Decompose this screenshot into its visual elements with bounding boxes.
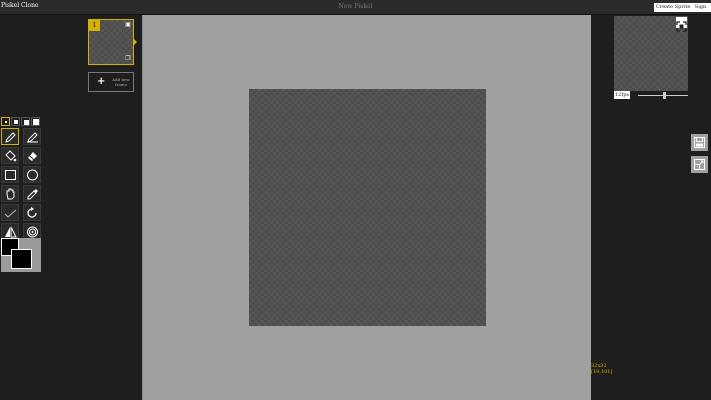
top-bar: Piskel Clone New Piskel Create Sprite Si… — [0, 0, 711, 19]
canvas-status: 32x32 [19,101] — [591, 363, 612, 375]
pencil-icon — [5, 132, 16, 143]
plus-icon: + — [97, 76, 106, 87]
project-name[interactable]: New Piskel — [0, 3, 711, 10]
frame-thumbnail[interactable]: 1 ▣ ❐ — [88, 19, 134, 65]
add-frame-label: Add new frame — [112, 77, 130, 87]
canvas-area[interactable] — [142, 15, 591, 400]
stroke-icon — [4, 209, 17, 218]
fps-slider-handle[interactable] — [663, 92, 666, 99]
left-panel: 1 ▣ ❐ + Add new frame — [0, 15, 142, 400]
eraser-tool[interactable] — [23, 147, 41, 164]
rotate-icon — [27, 207, 37, 218]
right-panel: 12fps 32x32 [19,101] — [591, 15, 711, 400]
add-frame-button[interactable]: + Add new frame — [88, 72, 134, 92]
pen-size-2[interactable] — [11, 117, 20, 126]
pen-size-3[interactable] — [21, 117, 30, 126]
lighten-tool[interactable] — [1, 204, 19, 221]
frame-selected-marker — [134, 39, 137, 45]
color-palette — [1, 238, 41, 272]
move-tool[interactable] — [1, 185, 19, 202]
circle-icon — [27, 169, 38, 181]
resize-icon — [694, 159, 705, 170]
secondary-color-swatch[interactable] — [11, 249, 32, 269]
rotate-tool[interactable] — [23, 204, 41, 221]
color-picker-tool[interactable] — [23, 185, 41, 202]
frame-number: 1 — [89, 20, 100, 31]
paint-bucket-icon — [5, 150, 17, 162]
save-button[interactable] — [691, 134, 708, 151]
delete-frame-icon[interactable]: ▣ — [125, 22, 131, 28]
pen-tool[interactable] — [1, 128, 19, 145]
animation-preview — [614, 16, 688, 91]
create-sprite-button[interactable]: Create Sprite — [654, 3, 693, 12]
signin-button[interactable]: Sign in — [690, 3, 711, 19]
vertical-mirror-pen-tool[interactable] — [23, 128, 41, 145]
rectangle-tool[interactable] — [1, 166, 19, 183]
mirror-pen-icon — [27, 132, 38, 143]
fps-label: 12fps — [614, 91, 630, 99]
eyedropper-icon — [27, 189, 38, 200]
cursor-coordinates: [19,101] — [591, 369, 613, 375]
fullscreen-button[interactable] — [676, 17, 687, 32]
fullscreen-icon — [676, 21, 687, 32]
duplicate-frame-icon[interactable]: ❐ — [125, 56, 131, 62]
flip-icon — [5, 226, 17, 238]
fps-slider[interactable] — [638, 92, 688, 99]
save-icon — [694, 137, 705, 148]
pen-size-4[interactable] — [31, 117, 40, 126]
hand-icon — [6, 188, 15, 200]
paint-bucket-tool[interactable] — [1, 147, 19, 164]
rectangle-icon — [5, 170, 16, 180]
drawing-canvas[interactable] — [249, 89, 486, 326]
circle-tool[interactable] — [23, 166, 41, 183]
pen-size-1[interactable] — [1, 117, 10, 126]
eraser-icon — [28, 152, 37, 161]
resize-button[interactable] — [691, 156, 708, 173]
spiral-icon — [27, 226, 38, 238]
pen-size-selector — [1, 117, 41, 127]
